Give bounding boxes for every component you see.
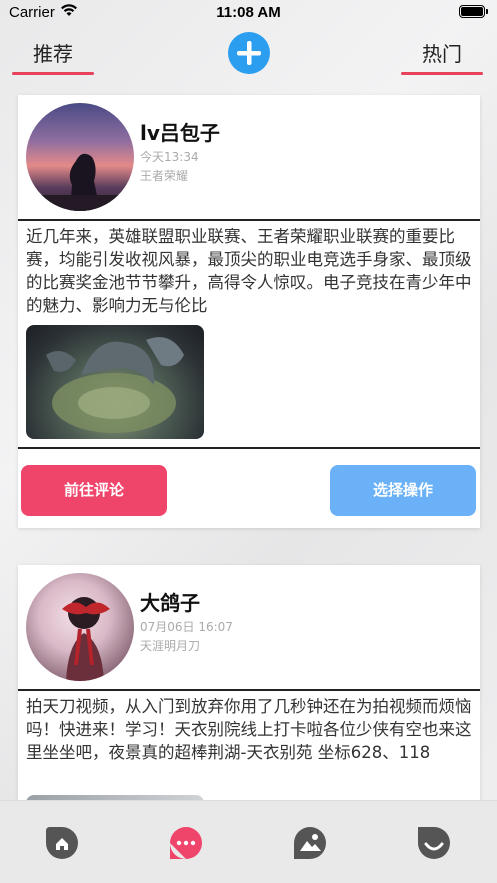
- post-image-art: [46, 337, 184, 433]
- post-game-tag: 天涯明月刀: [140, 639, 201, 653]
- select-action-button[interactable]: 选择操作: [330, 465, 476, 516]
- post-author-name: 大鸽子: [140, 591, 200, 615]
- divider: [18, 689, 480, 691]
- divider: [18, 447, 480, 449]
- post-card: 大鸽子 07月06日 16:07 天涯明月刀 拍天刀视频，从入门到放弃你用了几秒…: [18, 565, 480, 805]
- go-to-comments-button[interactable]: 前往评论: [21, 465, 167, 516]
- avatar-figure: [62, 597, 110, 681]
- avatar-silhouette: [26, 153, 134, 211]
- post-content: 拍天刀视频，从入门到放弃你用了几秒钟还在为拍视频而烦恼吗！快进来！学习！天衣别院…: [26, 697, 472, 762]
- tab-recommended[interactable]: 推荐: [12, 38, 94, 75]
- post-content: 近几年来，英雄联盟职业联赛、王者荣耀职业联赛的重要比赛，均能引发收视风暴，最顶尖…: [26, 227, 472, 315]
- tab-hot[interactable]: 热门: [401, 38, 483, 75]
- smile-icon[interactable]: [417, 826, 451, 860]
- tab-recommended-label: 推荐: [33, 42, 73, 66]
- tab-indicator: [12, 72, 94, 75]
- battery-icon: [459, 5, 488, 18]
- divider: [18, 219, 480, 221]
- post-card: lv吕包子 今天13:34 王者荣耀 近几年来，英雄联盟职业联赛、王者荣耀职业联…: [18, 95, 480, 528]
- avatar[interactable]: [26, 103, 134, 211]
- plus-icon: [237, 41, 261, 65]
- post-time: 今天13:34: [140, 150, 199, 164]
- bottom-tab-bar: [0, 800, 497, 883]
- tab-indicator: [401, 72, 483, 75]
- post-game-tag: 王者荣耀: [140, 169, 189, 183]
- image-icon[interactable]: [293, 826, 327, 860]
- post-author-name: lv吕包子: [140, 121, 220, 145]
- status-bar: Carrier 11:08 AM: [0, 0, 497, 26]
- post-time: 07月06日 16:07: [140, 620, 233, 634]
- status-time: 11:08 AM: [216, 4, 281, 21]
- chat-icon[interactable]: [169, 826, 203, 860]
- post-image[interactable]: [26, 325, 204, 439]
- home-icon[interactable]: [45, 826, 79, 860]
- avatar[interactable]: [26, 573, 134, 681]
- top-nav: 推荐 热门: [0, 30, 497, 80]
- tab-hot-label: 热门: [422, 42, 462, 66]
- add-post-button[interactable]: [228, 32, 270, 74]
